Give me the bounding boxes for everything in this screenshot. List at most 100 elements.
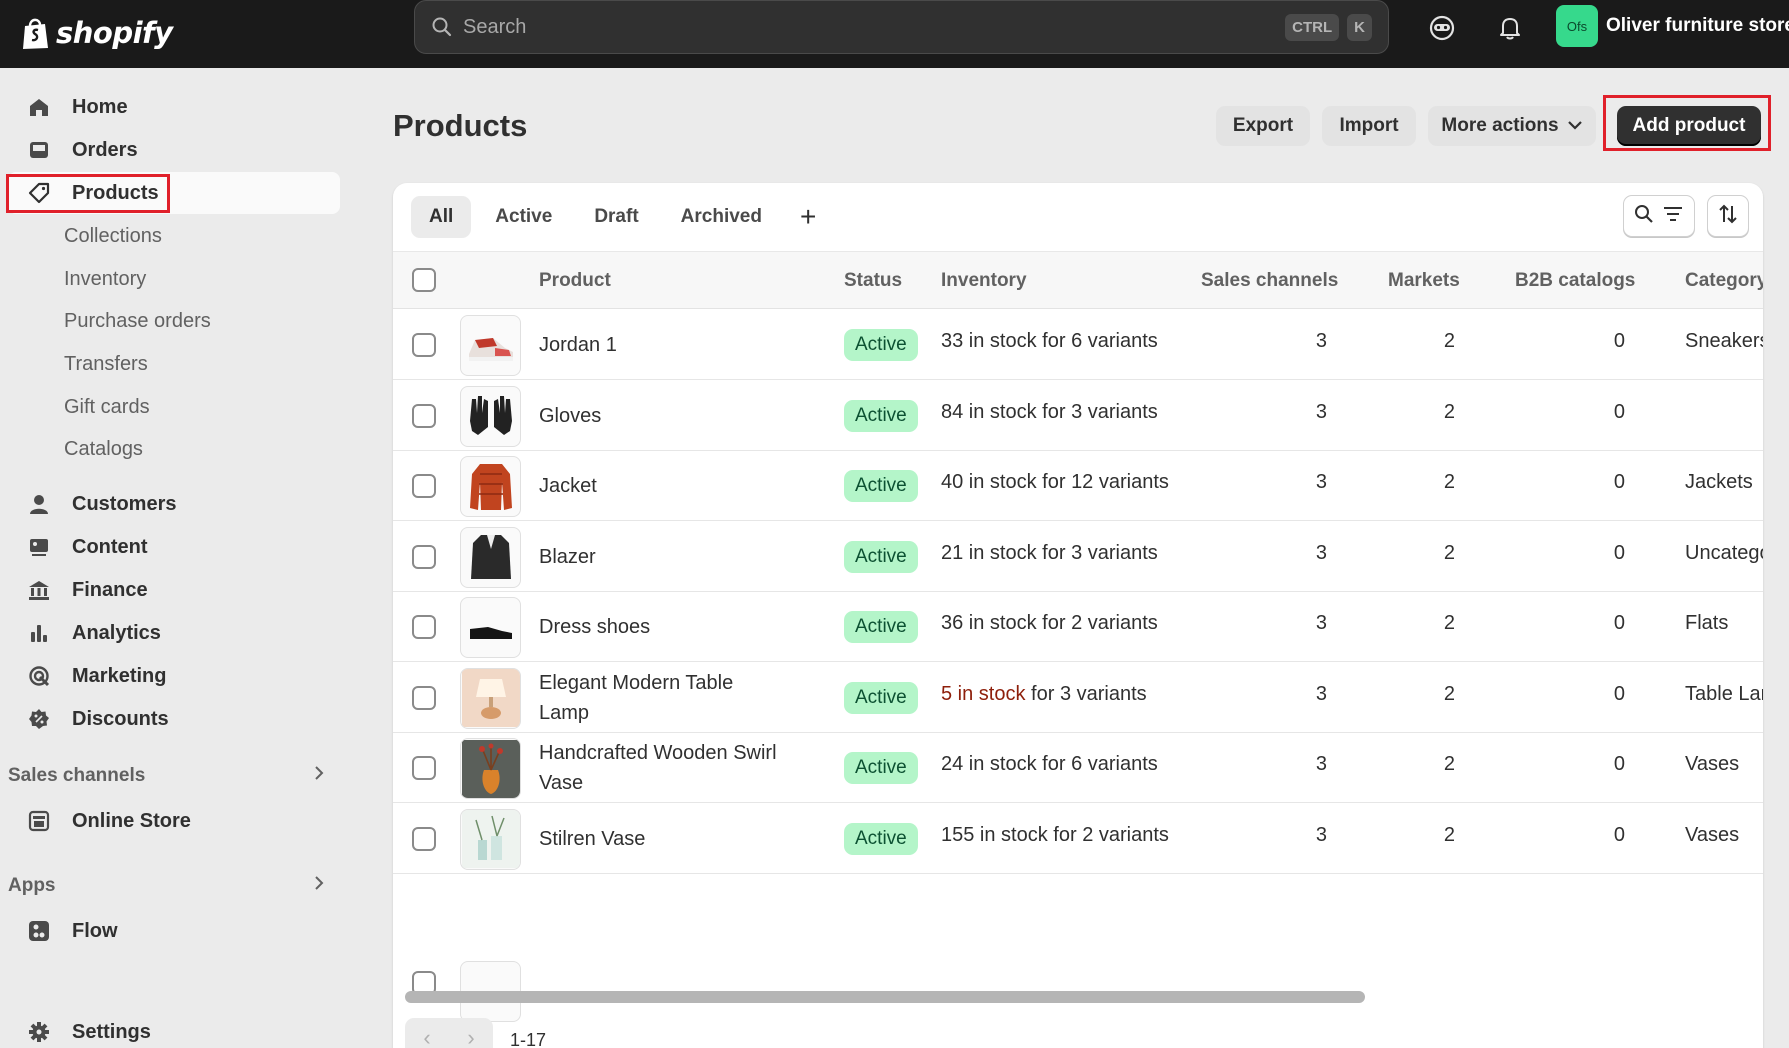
- export-button[interactable]: Export: [1216, 106, 1310, 146]
- sidebar-item-label: Customers: [72, 492, 177, 515]
- row-checkbox[interactable]: [412, 826, 436, 851]
- import-button[interactable]: Import: [1322, 106, 1416, 146]
- target-icon: [26, 663, 52, 689]
- sidebar-item-marketing[interactable]: Marketing: [8, 655, 340, 697]
- variant-count: for 6 variants: [1036, 330, 1158, 352]
- column-inventory[interactable]: Inventory: [941, 270, 1027, 292]
- bank-icon: [26, 577, 52, 603]
- sidebar-subitem-gift-cards[interactable]: Gift cards: [64, 396, 150, 419]
- sidebar-item-settings[interactable]: Settings: [8, 1011, 340, 1048]
- home-icon: [26, 94, 52, 120]
- tab-draft[interactable]: Draft: [576, 196, 656, 238]
- product-name[interactable]: Blazer: [539, 542, 779, 572]
- b2b-catalogs-count: 0: [1613, 682, 1625, 705]
- section-label: Apps: [8, 875, 56, 896]
- column-sales-channels[interactable]: Sales channels: [1201, 270, 1338, 292]
- sales-channels-count: 3: [1315, 823, 1327, 846]
- tab-active[interactable]: Active: [477, 196, 570, 238]
- tab-archived[interactable]: Archived: [663, 196, 780, 238]
- row-checkbox[interactable]: [412, 474, 436, 498]
- column-status[interactable]: Status: [844, 270, 902, 292]
- status-badge: Active: [844, 611, 918, 643]
- sidebar-item-label: Finance: [72, 578, 148, 601]
- section-label: Sales channels: [8, 765, 146, 786]
- search-bar[interactable]: CTRL K: [414, 0, 1389, 54]
- add-product-button[interactable]: Add product: [1617, 106, 1761, 146]
- row-checkbox[interactable]: [412, 333, 436, 357]
- store-switcher[interactable]: Ofs Oliver furniture store: [1556, 4, 1789, 48]
- sidebar-item-customers[interactable]: Customers: [8, 483, 340, 525]
- table-row[interactable]: Jordan 1 Active 33 in stock for 6 variants…: [393, 310, 1763, 380]
- sidebar-item-discounts[interactable]: Discounts: [8, 698, 340, 740]
- sidebar-item-finance[interactable]: Finance: [8, 569, 340, 611]
- inventory-value: 36 in stock for 2 variants: [941, 612, 1158, 635]
- sidebar-subitem-transfers[interactable]: Transfers: [64, 353, 148, 376]
- table-row[interactable]: Stilren Vase Active 155 in stock for 2 var…: [393, 803, 1763, 874]
- shopify-bag-icon: [23, 18, 48, 49]
- column-category[interactable]: Category: [1685, 270, 1763, 292]
- sidebar-subitem-purchase-orders[interactable]: Purchase orders: [64, 310, 211, 333]
- row-checkbox[interactable]: [412, 756, 436, 780]
- sidebar-subitem-catalogs[interactable]: Catalogs: [64, 438, 143, 461]
- sidekick-icon[interactable]: [1426, 12, 1458, 44]
- category-value: Jackets: [1685, 471, 1753, 493]
- sidebar-item-orders[interactable]: Orders: [8, 129, 340, 171]
- table-row-partial[interactable]: [393, 957, 1763, 1022]
- column-product[interactable]: Product: [539, 270, 611, 292]
- markets-count: 2: [1443, 753, 1455, 775]
- sidebar-item-analytics[interactable]: Analytics: [8, 612, 340, 654]
- sidebar-subitem-collections[interactable]: Collections: [64, 225, 162, 248]
- table-row[interactable]: Blazer Active 21 in stock for 3 variants 3 2…: [393, 521, 1763, 592]
- more-actions-button[interactable]: More actions: [1428, 106, 1596, 146]
- column-b2b-catalogs[interactable]: B2B catalogs: [1515, 270, 1635, 292]
- add-view-button[interactable]: +: [786, 196, 830, 238]
- b2b-catalogs-count: 0: [1613, 471, 1625, 493]
- product-name[interactable]: Jacket: [539, 471, 779, 501]
- product-name[interactable]: Stilren Vase: [539, 824, 779, 854]
- select-all-checkbox[interactable]: [412, 268, 436, 292]
- table-row[interactable]: Elegant Modern Table Lamp Active 5 in stoc…: [393, 662, 1763, 733]
- column-markets[interactable]: Markets: [1388, 270, 1460, 292]
- stock-count: 155 in stock: [941, 823, 1048, 846]
- row-checkbox[interactable]: [412, 615, 436, 639]
- table-row[interactable]: Gloves Active 84 in stock for 3 variants 3 2…: [393, 380, 1763, 451]
- search-filter-button[interactable]: [1623, 195, 1695, 237]
- markets-count: 2: [1443, 400, 1455, 423]
- product-name[interactable]: Jordan 1: [539, 330, 779, 360]
- sidebar-item-products[interactable]: Products: [8, 172, 340, 214]
- sidebar-item-flow[interactable]: Flow: [8, 910, 340, 952]
- sidebar-item-online-store[interactable]: Online Store: [8, 800, 340, 842]
- search-input[interactable]: [463, 15, 1278, 39]
- sidebar-subitem-inventory[interactable]: Inventory: [64, 268, 146, 291]
- sales-channels-count: 3: [1315, 541, 1327, 564]
- markets-count: 2: [1443, 330, 1455, 352]
- sidebar-item-label: Products: [72, 181, 159, 204]
- stock-count: 21 in stock: [941, 541, 1037, 564]
- horizontal-scrollbar[interactable]: [405, 991, 1365, 1003]
- tab-all[interactable]: All: [411, 196, 472, 238]
- table-row[interactable]: Handcrafted Wooden Swirl Vase Active 24 in…: [393, 733, 1763, 803]
- row-checkbox[interactable]: [412, 685, 436, 710]
- product-name[interactable]: Gloves: [539, 401, 779, 431]
- table-header: Product Status Inventory Sales channels …: [393, 251, 1763, 309]
- prev-page-button[interactable]: ‹: [423, 1025, 430, 1048]
- b2b-catalogs-count: 0: [1613, 330, 1625, 352]
- row-checkbox[interactable]: [412, 544, 436, 569]
- product-name[interactable]: Dress shoes: [539, 612, 779, 642]
- sidebar-item-content[interactable]: Content: [8, 526, 340, 568]
- sidebar-section-apps[interactable]: Apps: [8, 875, 340, 897]
- status-badge: Active: [844, 681, 918, 714]
- sort-button[interactable]: [1707, 195, 1749, 237]
- sidebar-section-sales-channels[interactable]: Sales channels: [8, 765, 340, 787]
- sidebar-item-home[interactable]: Home: [8, 86, 340, 128]
- category-value: Flats: [1685, 612, 1729, 634]
- shopify-logo[interactable]: shopify: [20, 8, 173, 58]
- row-checkbox[interactable]: [412, 403, 436, 428]
- bell-icon[interactable]: [1494, 12, 1526, 44]
- table-row[interactable]: Dress shoes Active 36 in stock for 2 varia…: [393, 592, 1763, 662]
- product-name[interactable]: Elegant Modern Table Lamp: [539, 668, 779, 728]
- product-name[interactable]: Handcrafted Wooden Swirl Vase: [539, 738, 779, 798]
- table-row[interactable]: Jacket Active 40 in stock for 12 variants 3…: [393, 451, 1763, 521]
- stock-count: 84 in stock: [941, 400, 1037, 423]
- next-page-button[interactable]: ›: [467, 1025, 474, 1048]
